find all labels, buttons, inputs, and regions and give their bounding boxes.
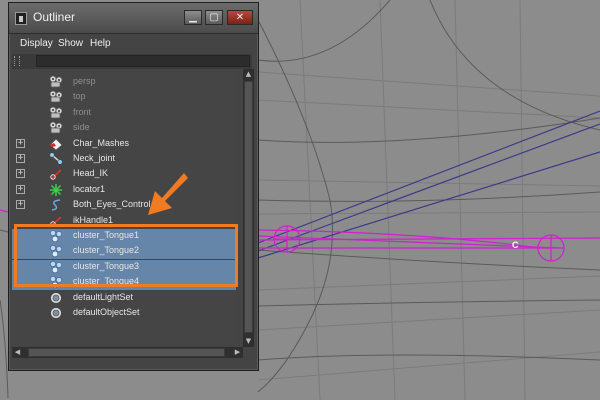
outliner-row-label: Both_Eyes_Control (73, 199, 151, 210)
vertical-scroll-thumb[interactable] (244, 81, 253, 333)
outliner-row[interactable]: side (12, 121, 236, 136)
scroll-left-icon[interactable]: ◀ (12, 347, 23, 358)
viewport-cluster-marker: C (512, 240, 519, 250)
scroll-up-icon[interactable]: ▲ (243, 69, 254, 80)
cluster-icon (49, 244, 63, 258)
outliner-row[interactable]: + locator1 (12, 183, 236, 198)
expand-plus-icon[interactable]: + (16, 184, 25, 194)
window-title: Outliner (33, 10, 76, 24)
outliner-row[interactable]: cluster_Tongue1 (12, 229, 236, 244)
outliner-row[interactable]: cluster_Tongue2 (12, 244, 236, 260)
outliner-row-label: Neck_joint (73, 153, 116, 163)
expand-plus-icon[interactable]: + (16, 200, 25, 210)
filter-bar (12, 54, 252, 69)
menu-help[interactable]: Help (90, 38, 111, 49)
cluster-icon (49, 260, 63, 274)
outliner-row-label: cluster_Tongue4 (73, 276, 140, 287)
minimize-button[interactable]: ▁ (184, 10, 202, 25)
outliner-row-label: Head_IK (73, 168, 109, 179)
outliner-row-label: ikHandle1 (73, 214, 114, 225)
camera-icon (49, 106, 63, 120)
outliner-row[interactable]: + Char_Mashes (12, 137, 236, 152)
menu-display[interactable]: Display (20, 38, 53, 49)
camera-icon (49, 75, 63, 89)
curve-icon (49, 198, 63, 212)
maximize-button[interactable]: ▢ (205, 10, 223, 25)
outliner-row-label: locator1 (73, 183, 106, 194)
expand-plus-icon[interactable]: + (16, 169, 25, 179)
filter-input[interactable] (36, 55, 250, 67)
outliner-row[interactable]: + Both_Eyes_Control (12, 198, 236, 213)
outliner-row[interactable]: defaultObjectSet (12, 306, 236, 321)
ik-handle-icon (49, 167, 63, 181)
ik-handle-icon (49, 214, 63, 228)
camera-icon (49, 90, 63, 104)
vertical-scrollbar[interactable]: ▲ ▼ (243, 69, 254, 347)
joint-icon (49, 152, 63, 166)
scroll-down-icon[interactable]: ▼ (243, 336, 254, 347)
outliner-row[interactable]: top (12, 90, 236, 105)
outliner-row-label: cluster_Tongue2 (73, 245, 140, 256)
expand-plus-icon[interactable]: + (16, 138, 25, 148)
cluster-icon (49, 229, 63, 243)
outliner-row[interactable]: persp (12, 75, 236, 90)
set-icon (49, 306, 63, 320)
outliner-row-label: cluster_Tongue1 (73, 230, 140, 240)
outliner-row-label: defaultLightSet (73, 291, 134, 302)
outliner-row[interactable]: front (12, 106, 236, 121)
horizontal-scroll-thumb[interactable] (28, 348, 225, 357)
outliner-row-label: front (73, 106, 92, 117)
outliner-row-label: defaultObjectSet (73, 307, 140, 317)
outliner-row-label: top (73, 91, 86, 102)
outliner-row-label: persp (73, 76, 96, 86)
outliner-row[interactable]: + Head_IK (12, 167, 236, 182)
filter-drag-handle[interactable] (14, 56, 20, 66)
outliner-list: persp top front side + Char_Mashes + Neck_joint… (12, 69, 236, 345)
locator-icon (49, 183, 63, 197)
camera-icon (49, 121, 63, 135)
outliner-window: Outliner ▁ ▢ ✕ Display Show Help persp to… (8, 2, 259, 371)
horizontal-scrollbar[interactable]: ◀ ▶ (12, 347, 243, 358)
outliner-app-icon (15, 12, 27, 25)
menu-show[interactable]: Show (58, 38, 83, 49)
outliner-row-label: Char_Mashes (73, 137, 130, 148)
outliner-row[interactable]: ikHandle1 (12, 214, 236, 229)
menu-bar: Display Show Help (9, 37, 258, 53)
outliner-row[interactable]: + Neck_joint (12, 152, 236, 167)
scroll-right-icon[interactable]: ▶ (232, 347, 243, 358)
set-icon (49, 291, 63, 305)
mesh-group-icon (49, 137, 63, 151)
outliner-row-label: cluster_Tongue3 (73, 260, 140, 271)
outliner-titlebar[interactable]: Outliner ▁ ▢ ✕ (9, 3, 258, 34)
outliner-row[interactable]: cluster_Tongue3 (12, 259, 236, 275)
callout-arrow-icon (148, 173, 188, 218)
outliner-row[interactable]: defaultLightSet (12, 291, 236, 306)
outliner-row-label: side (73, 122, 90, 133)
cluster-icon (49, 275, 63, 289)
expand-plus-icon[interactable]: + (16, 154, 25, 163)
outliner-row[interactable]: cluster_Tongue4 (12, 275, 236, 291)
close-button[interactable]: ✕ (227, 10, 253, 25)
